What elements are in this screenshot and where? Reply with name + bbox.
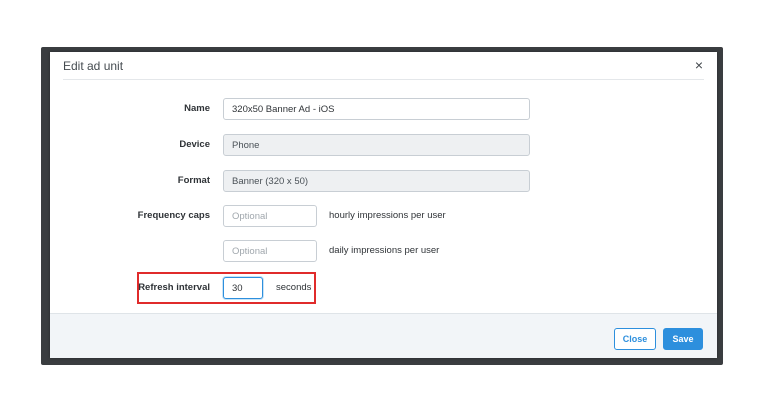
refresh-interval-input[interactable] [223, 277, 263, 299]
close-button[interactable]: Close [614, 328, 656, 350]
modal-title: Edit ad unit [63, 59, 124, 73]
frequency-caps-label: Frequency caps [137, 210, 210, 221]
hourly-cap-suffix: hourly impressions per user [329, 210, 446, 221]
header-divider [63, 79, 704, 80]
device-field [223, 134, 530, 156]
daily-cap-input[interactable] [223, 240, 317, 262]
modal-header: Edit ad unit × [50, 52, 717, 80]
refresh-interval-label: Refresh interval [138, 282, 210, 293]
edit-ad-unit-modal: Edit ad unit × Name Device Format Freque… [50, 52, 717, 358]
name-label: Name [184, 103, 210, 114]
format-field [223, 170, 530, 192]
hourly-cap-input[interactable] [223, 205, 317, 227]
format-label: Format [177, 175, 210, 186]
modal-footer: Close Save [50, 313, 717, 358]
name-input[interactable] [223, 98, 530, 120]
refresh-interval-suffix: seconds [276, 282, 312, 293]
daily-cap-suffix: daily impressions per user [329, 245, 440, 256]
close-icon[interactable]: × [695, 57, 703, 73]
save-button[interactable]: Save [663, 328, 703, 350]
device-label: Device [179, 139, 210, 150]
